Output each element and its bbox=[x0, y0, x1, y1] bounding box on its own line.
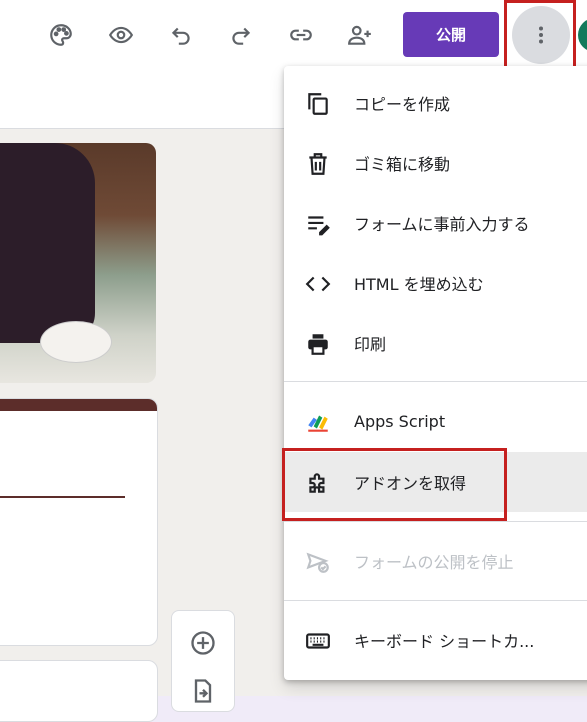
menu-item-apps-script[interactable]: Apps Script bbox=[284, 391, 587, 451]
photo-person bbox=[0, 143, 95, 343]
unpublish-icon bbox=[304, 548, 332, 576]
menu-divider bbox=[284, 600, 587, 601]
menu-item-label: アドオンを取得 bbox=[354, 474, 467, 493]
more-options-button[interactable] bbox=[512, 6, 570, 64]
puzzle-icon bbox=[304, 469, 332, 497]
add-question-icon[interactable] bbox=[189, 629, 217, 657]
question-card[interactable] bbox=[0, 660, 158, 722]
card-accent bbox=[0, 399, 157, 411]
menu-item-get-addons[interactable]: アドオンを取得 bbox=[284, 452, 587, 512]
import-questions-icon[interactable] bbox=[189, 677, 217, 705]
menu-item-label: フォームに事前入力する bbox=[354, 215, 530, 234]
menu-divider bbox=[284, 381, 587, 382]
add-person-icon[interactable] bbox=[343, 18, 377, 52]
code-icon bbox=[304, 270, 332, 298]
trash-icon bbox=[304, 150, 332, 178]
avatar[interactable] bbox=[578, 18, 587, 52]
link-icon[interactable] bbox=[284, 18, 318, 52]
menu-item-keyboard-shortcuts[interactable]: キーボード ショートカ... bbox=[284, 610, 587, 670]
prefill-icon bbox=[304, 210, 332, 238]
menu-item-prefill[interactable]: フォームに事前入力する bbox=[284, 193, 587, 253]
undo-icon[interactable] bbox=[164, 18, 198, 52]
apps-script-icon bbox=[304, 408, 332, 436]
menu-item-make-copy[interactable]: コピーを作成 bbox=[284, 73, 587, 133]
top-toolbar: 公開 bbox=[0, 0, 587, 75]
header-image bbox=[0, 143, 156, 383]
publish-button[interactable]: 公開 bbox=[403, 12, 499, 57]
print-icon bbox=[304, 330, 332, 358]
more-options-menu: コピーを作成 ゴミ箱に移動 フォームに事前入力する HTML を埋め込む 印刷 … bbox=[284, 66, 587, 680]
menu-item-print[interactable]: 印刷 bbox=[284, 313, 587, 373]
menu-divider bbox=[284, 521, 587, 522]
menu-item-move-to-trash[interactable]: ゴミ箱に移動 bbox=[284, 133, 587, 193]
copy-icon bbox=[304, 90, 332, 118]
menu-item-label: フォームの公開を停止 bbox=[354, 553, 514, 572]
menu-item-label: ゴミ箱に移動 bbox=[354, 155, 451, 174]
menu-item-label: 印刷 bbox=[354, 335, 387, 354]
title-underline bbox=[0, 496, 125, 498]
form-title-card[interactable] bbox=[0, 398, 158, 646]
side-toolbar bbox=[171, 610, 235, 712]
menu-item-label: Apps Script bbox=[354, 411, 446, 431]
keyboard-icon bbox=[304, 627, 332, 655]
menu-item-stop-publishing: フォームの公開を停止 bbox=[284, 531, 587, 591]
menu-item-label: キーボード ショートカ... bbox=[354, 632, 535, 651]
menu-item-label: コピーを作成 bbox=[354, 95, 451, 114]
photo-plate bbox=[40, 321, 112, 363]
eye-icon[interactable] bbox=[104, 18, 138, 52]
redo-icon[interactable] bbox=[224, 18, 258, 52]
palette-icon[interactable] bbox=[44, 18, 78, 52]
menu-item-embed-html[interactable]: HTML を埋め込む bbox=[284, 253, 587, 313]
more-vert-icon bbox=[539, 26, 543, 44]
menu-item-label: HTML を埋め込む bbox=[354, 275, 484, 294]
